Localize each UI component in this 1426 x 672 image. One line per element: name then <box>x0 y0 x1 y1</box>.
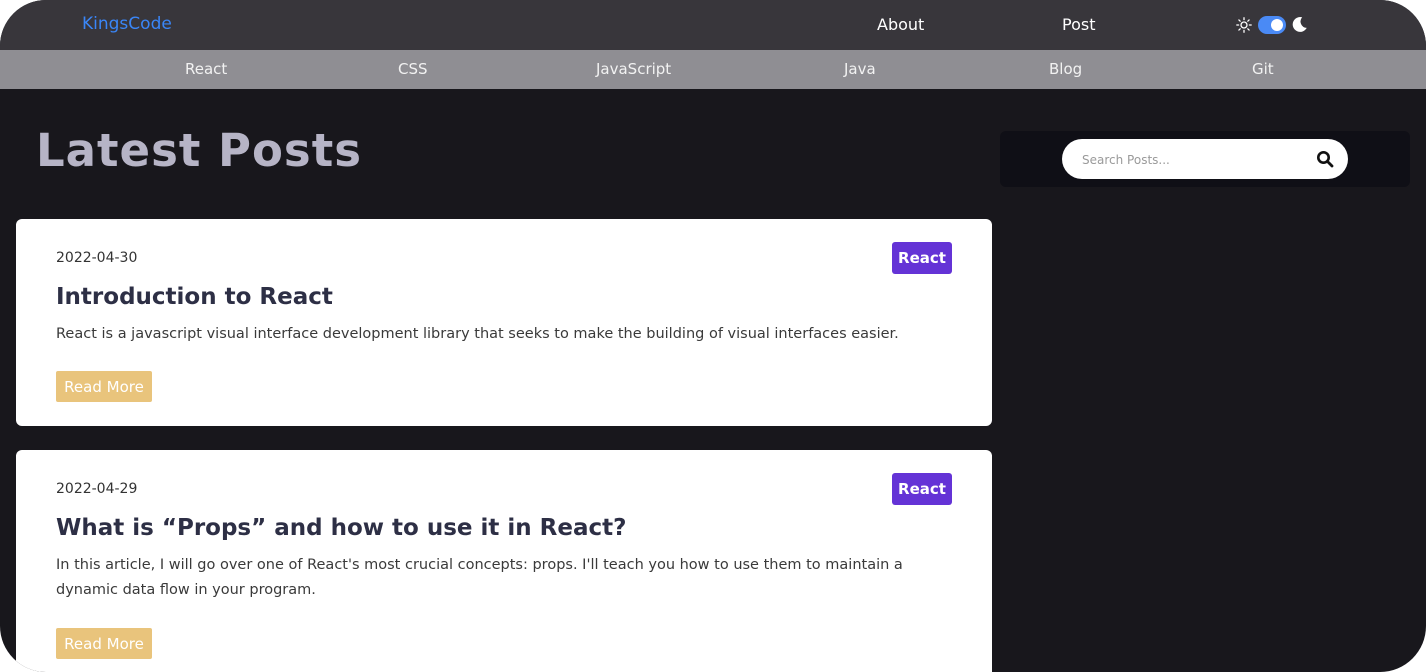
post-tag[interactable]: React <box>892 242 952 274</box>
page-title: Latest Posts <box>36 124 363 177</box>
site-logo[interactable]: KingsCode <box>82 14 172 34</box>
post-title[interactable]: What is “Props” and how to use it in Rea… <box>56 515 626 541</box>
moon-icon <box>1292 16 1307 32</box>
theme-toggle <box>1236 15 1310 37</box>
search-panel <box>1000 131 1410 187</box>
category-react[interactable]: React <box>185 60 227 78</box>
category-blog[interactable]: Blog <box>1049 60 1082 78</box>
nav-post-link[interactable]: Post <box>1062 15 1095 34</box>
post-date: 2022-04-30 <box>56 250 138 266</box>
dark-mode-switch[interactable] <box>1258 16 1286 34</box>
category-javascript[interactable]: JavaScript <box>596 60 671 78</box>
post-date: 2022-04-29 <box>56 481 138 497</box>
category-java[interactable]: Java <box>844 60 876 78</box>
nav-about-link[interactable]: About <box>877 15 924 34</box>
post-excerpt: React is a javascript visual interface d… <box>56 326 899 342</box>
post-title[interactable]: Introduction to React <box>56 284 333 310</box>
read-more-button[interactable]: Read More <box>56 371 152 402</box>
search-icon[interactable] <box>1316 150 1334 168</box>
app-frame: KingsCode About Post React CSS JavaScrip… <box>0 0 1426 672</box>
category-git[interactable]: Git <box>1252 60 1274 78</box>
post-excerpt: In this article, I will go over one of R… <box>56 557 903 598</box>
category-bar: React CSS JavaScript Java Blog Git <box>0 50 1426 89</box>
post-tag[interactable]: React <box>892 473 952 505</box>
sun-icon <box>1236 17 1252 33</box>
switch-knob <box>1271 19 1283 31</box>
post-card: 2022-04-30 React Introduction to React R… <box>16 219 992 426</box>
search-input[interactable] <box>1080 149 1304 171</box>
search-box <box>1062 139 1348 179</box>
top-navbar: KingsCode About Post <box>0 0 1426 50</box>
read-more-button[interactable]: Read More <box>56 628 152 659</box>
post-card: 2022-04-29 React What is “Props” and how… <box>16 450 992 672</box>
category-css[interactable]: CSS <box>398 60 428 78</box>
